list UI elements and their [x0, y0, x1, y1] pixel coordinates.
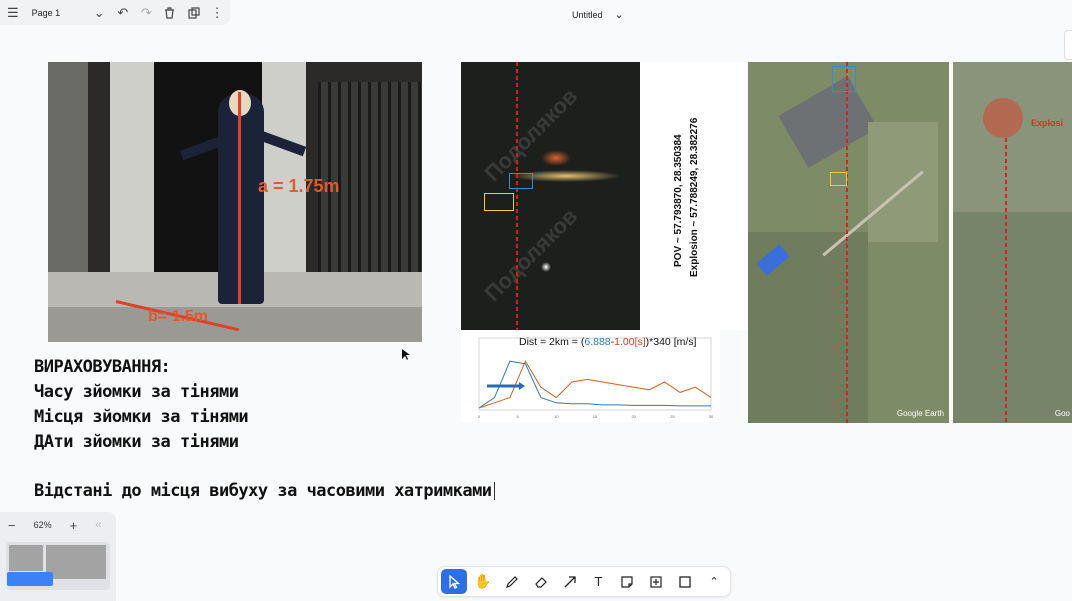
google-earth-label: Google Earth [896, 409, 944, 418]
light-point [541, 262, 551, 272]
fire-glow [541, 150, 571, 166]
zoom-level[interactable]: 62% [34, 520, 52, 530]
minimap-viewport[interactable] [7, 572, 53, 586]
eraser-tool-icon[interactable] [528, 569, 554, 594]
note-line[interactable]: Часу зйомки за тінями [34, 382, 239, 402]
watermark: Подоляков [479, 203, 583, 307]
delay-arrow-head [519, 382, 525, 390]
bearing-line [516, 62, 518, 330]
x-tick-label: 20 [631, 414, 636, 419]
wall [48, 62, 88, 292]
annotation-prefix: Dist = 2km = ( [519, 336, 585, 348]
x-tick-label: 0 [478, 414, 481, 419]
mouse-cursor-icon [402, 349, 410, 360]
x-tick-label: 15 [593, 414, 598, 419]
coordinates-panel: POV ~ 57.793870, 28.350384 Explosion ~ 5… [640, 62, 747, 330]
x-tick-label: 30 [709, 414, 714, 419]
night-video-frame[interactable]: Подоляков Подоляков [461, 62, 640, 330]
side-panel-handle[interactable] [1064, 30, 1072, 60]
column [110, 62, 154, 292]
note-line[interactable]: ДАти зйомки за тінями [34, 432, 239, 452]
undo-icon[interactable]: ↶ [114, 4, 132, 22]
duplicate-icon[interactable] [185, 4, 203, 22]
satellite-map[interactable]: Google Earth [748, 62, 949, 423]
google-earth-label: Goo [1054, 409, 1070, 418]
page-toolbar: ☰ Page 1 ⌄ ↶ ↷ ⋮ [0, 0, 230, 25]
hand-tool-icon[interactable]: ✋ [470, 569, 496, 594]
chevron-down-icon[interactable]: ⌄ [90, 4, 108, 22]
bearing-line [846, 62, 848, 423]
select-tool-icon[interactable] [441, 569, 467, 594]
person-figure [218, 94, 264, 304]
zoom-panel: − 62% + « [0, 512, 116, 601]
arrow-tool-icon[interactable] [557, 569, 583, 594]
chart-frame [478, 337, 712, 411]
delete-icon[interactable] [161, 4, 179, 22]
zoom-out-icon[interactable]: − [8, 518, 16, 533]
minimap[interactable] [6, 542, 110, 590]
text-tool-icon[interactable]: T [586, 569, 612, 594]
pov-coordinates: POV ~ 57.793870, 28.350384 [673, 134, 684, 267]
industrial-building [778, 76, 878, 168]
x-tick-label: 25 [670, 414, 675, 419]
draw-tool-icon[interactable] [499, 569, 525, 594]
height-line [238, 92, 241, 304]
page-name[interactable]: Page 1 [28, 8, 85, 18]
x-tick-label: 10 [554, 414, 559, 419]
collapse-icon[interactable]: « [95, 519, 101, 531]
note-line[interactable]: Місця зйомки за тінями [34, 407, 249, 427]
minimap-block [46, 545, 106, 579]
drawing-toolbar: ✋ T ⌃ [437, 566, 731, 597]
annotation-t2: 1.00[s] [614, 336, 646, 348]
more-icon[interactable]: ⋮ [208, 4, 226, 22]
image-tool-icon[interactable] [643, 569, 669, 594]
explosion-label: Explosi [1031, 118, 1064, 128]
explosion-area [983, 98, 1023, 138]
explosion-marker-box [509, 173, 533, 189]
document-title[interactable]: Untitled ⌄ [572, 8, 624, 21]
explosion-marker-box [832, 66, 856, 92]
audio-delay-chart[interactable]: 0 5 10 15 20 25 30 Dist = 2km = (6.888-1.00[s]… [461, 330, 720, 422]
note-text: Відстані до місця вибуху за часовими хат… [34, 481, 492, 501]
minimap-block [9, 545, 43, 571]
note-tool-icon[interactable] [614, 569, 640, 594]
menu-icon[interactable]: ☰ [4, 4, 22, 22]
bearing-line [1005, 138, 1007, 423]
satellite-map-2[interactable]: Explosi Goo [953, 62, 1072, 423]
pov-marker-box [830, 172, 847, 186]
text-caret [493, 482, 495, 500]
shadow-measurement-photo[interactable]: a = 1.75m b= 1.5m [48, 62, 422, 342]
height-label: a = 1.75m [258, 176, 340, 196]
note-line-editing[interactable]: Відстані до місця вибуху за часовими хат… [34, 481, 495, 501]
chevron-down-icon: ⌄ [614, 9, 624, 21]
annotation-t1: 6.888 [584, 336, 611, 348]
terrain [868, 122, 938, 242]
x-tick-label: 5 [517, 414, 520, 419]
terrain [953, 212, 1072, 423]
ground [48, 307, 422, 342]
pov-marker-box [484, 193, 514, 211]
shadow-label: b= 1.5m [148, 308, 209, 325]
annotation-suffix: )*340 [m/s] [645, 336, 697, 348]
chevron-up-icon[interactable]: ⌃ [701, 569, 727, 594]
rectangle-tool-icon[interactable] [672, 569, 698, 594]
explosion-coordinates: Explosion ~ 57.788249, 28.382276 [689, 117, 700, 277]
note-heading[interactable]: ВИРАХОВУВАННЯ: [34, 357, 171, 377]
redo-icon[interactable]: ↷ [138, 4, 156, 22]
distance-annotation: Dist = 2km = (6.888-1.00[s])*340 [m/s] [519, 336, 696, 348]
document-title-text: Untitled [572, 9, 603, 20]
zoom-in-icon[interactable]: + [70, 518, 78, 533]
